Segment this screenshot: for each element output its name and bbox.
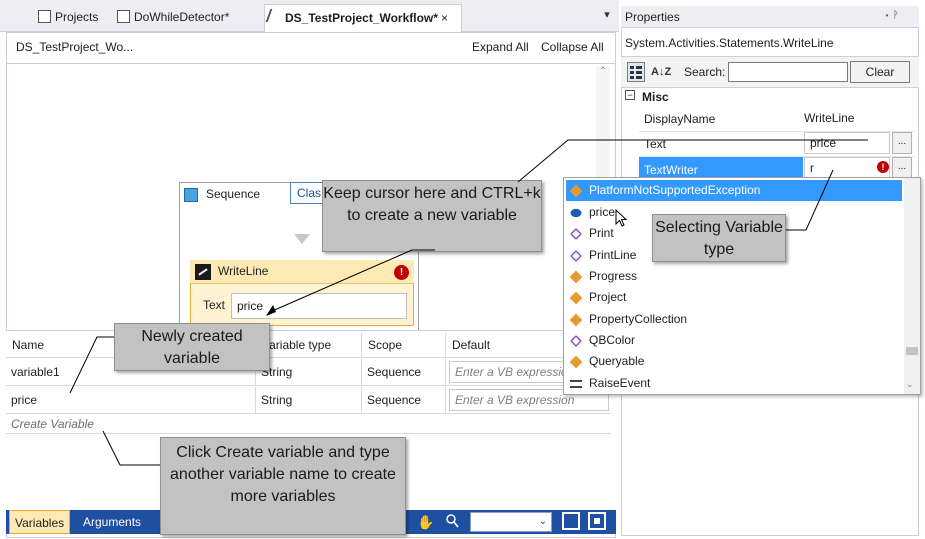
list-item-label: QBColor <box>589 333 636 347</box>
divider <box>6 63 616 64</box>
categorized-icon[interactable] <box>627 62 645 82</box>
tab-dropdown-icon[interactable]: ▾ <box>600 8 614 22</box>
tab-label: DS_TestProject_Workflow* <box>285 11 438 25</box>
property-name: Text <box>644 137 667 151</box>
callout-create-more: Click Create variable and type another v… <box>160 437 406 535</box>
list-item[interactable]: PlatformNotSupportedException <box>566 180 902 201</box>
breadcrumb[interactable]: DS_TestProject_Wo... <box>16 40 133 54</box>
search-label: Search: <box>684 65 726 79</box>
tab-label: DoWhileDetector* <box>134 10 230 24</box>
list-item-label: Queryable <box>589 354 645 368</box>
list-item[interactable]: PropertyCollection <box>566 309 902 330</box>
divider <box>6 413 611 414</box>
ellipsis-button[interactable]: ... <box>892 157 912 179</box>
variable-type-cell[interactable]: String <box>256 387 362 413</box>
callout-cursor-hint: Keep cursor here and CTRL+k to create a … <box>322 180 542 252</box>
expand-all-link[interactable]: Expand All <box>472 40 529 54</box>
list-item-label: PlatformNotSupportedException <box>589 183 761 197</box>
variable-scope-cell[interactable]: Sequence <box>362 387 446 413</box>
pin-icon[interactable]: ▾ ᚹ <box>884 10 899 21</box>
list-item[interactable]: Project <box>566 287 902 308</box>
category-misc: Misc <box>642 90 669 104</box>
alphabetical-sort-icon[interactable]: A↓Z <box>651 62 671 82</box>
collapse-all-link[interactable]: Collapse All <box>541 40 604 54</box>
search-input[interactable] <box>728 62 848 82</box>
class-icon <box>569 270 583 284</box>
writeline-text-input[interactable]: price <box>231 293 407 319</box>
close-icon[interactable]: × <box>441 5 448 31</box>
project-icon <box>38 10 51 23</box>
scroll-up-icon[interactable]: ⌃ <box>597 66 609 78</box>
method-icon <box>570 228 582 240</box>
tab-projects[interactable]: Projects <box>35 6 101 28</box>
error-icon: ! <box>394 265 409 280</box>
magnifier-icon[interactable] <box>446 513 460 531</box>
variable-name-cell[interactable]: price <box>6 387 256 413</box>
list-item-label: Progress <box>589 269 638 283</box>
zoom-dropdown[interactable]: ⌄ <box>470 512 552 532</box>
method-icon <box>570 250 582 262</box>
event-icon <box>570 380 582 388</box>
create-variable-link[interactable]: Create Variable <box>11 417 94 431</box>
writeline-title: WriteLine <box>218 264 269 278</box>
property-value[interactable]: WriteLine <box>804 111 854 125</box>
list-item-label: Project <box>589 290 627 304</box>
selected-type-name: System.Activities.Statements.WriteLine <box>625 36 834 50</box>
scroll-down-icon[interactable]: ⌄ <box>906 379 914 390</box>
class-icon <box>569 313 583 327</box>
collapse-icon[interactable]: − <box>625 90 635 100</box>
workflow-file-icon <box>265 9 277 22</box>
list-item[interactable]: Progress <box>566 266 902 287</box>
dropdown-scrollbar[interactable] <box>904 178 920 394</box>
list-item-label: PrintLine <box>589 248 637 262</box>
method-icon <box>570 335 582 347</box>
workflow-file-icon <box>117 10 130 23</box>
class-icon <box>569 291 583 305</box>
column-header-scope[interactable]: Scope <box>362 333 446 357</box>
tab-arguments[interactable]: Arguments <box>78 510 146 534</box>
list-item-label: price <box>589 205 616 219</box>
divider <box>6 357 611 358</box>
writeline-icon <box>195 264 211 280</box>
mouse-cursor-icon <box>615 209 628 227</box>
intellisense-input-fragment[interactable]: Clas <box>290 182 326 204</box>
property-name: TextWriter <box>644 163 698 177</box>
variable-type-cell[interactable]: String <box>256 359 362 385</box>
property-name: DisplayName <box>644 112 716 126</box>
properties-title: Properties <box>621 6 919 28</box>
tab-label: Projects <box>55 10 99 24</box>
callout-newly-created: Newly created variable <box>114 323 270 371</box>
list-item-label: Print <box>589 226 614 240</box>
fit-to-screen-icon[interactable] <box>562 512 580 530</box>
class-icon <box>569 355 583 369</box>
tab-variables[interactable]: Variables <box>9 510 71 534</box>
divider <box>6 385 611 386</box>
drop-target-arrow <box>294 234 310 244</box>
hand-icon[interactable]: ✋ <box>417 513 434 531</box>
tab-dowhiledetector[interactable]: DoWhileDetector* <box>114 6 244 28</box>
overview-map-icon[interactable] <box>588 512 606 530</box>
list-item-label: PropertyCollection <box>589 312 688 326</box>
error-icon: ! <box>877 161 889 173</box>
list-item[interactable]: Queryable <box>566 351 902 372</box>
tab-ds-testproject-workflow[interactable]: DS_TestProject_Workflow* × <box>264 4 462 32</box>
divider <box>6 433 611 434</box>
dropdown-scroll-thumb[interactable] <box>906 347 918 355</box>
callout-selecting-type: Selecting Variable type <box>652 214 786 262</box>
ellipsis-button[interactable]: ... <box>892 132 912 154</box>
writeline-text-label: Text <box>203 298 226 312</box>
list-item-label: RaiseEvent <box>589 376 651 390</box>
class-icon <box>569 184 583 198</box>
sequence-title: Sequence <box>206 187 261 201</box>
list-item[interactable]: QBColor <box>566 330 902 351</box>
variable-scope-cell[interactable]: Sequence <box>362 359 446 385</box>
list-item[interactable]: RaiseEvent <box>566 373 902 394</box>
column-header-variable-type[interactable]: Variable type <box>256 333 362 357</box>
clear-button[interactable]: Clear <box>850 61 910 83</box>
property-value-input[interactable]: price <box>804 132 890 154</box>
variable-icon <box>570 208 582 218</box>
